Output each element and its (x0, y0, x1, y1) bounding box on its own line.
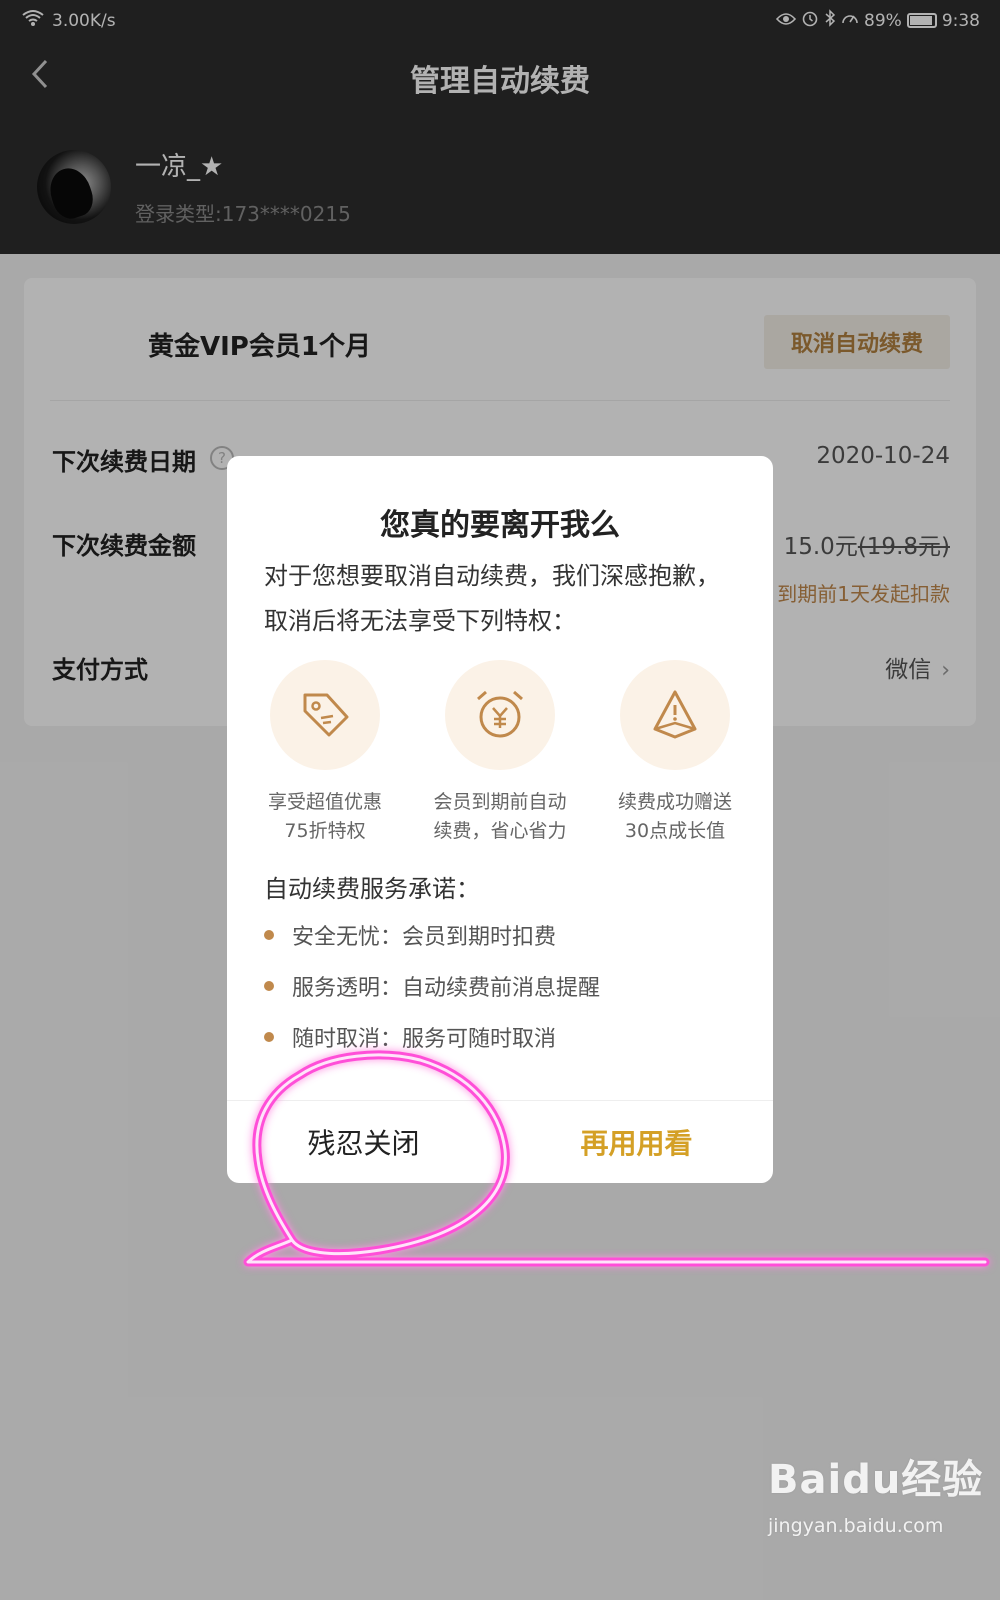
list-item: 服务透明：自动续费前消息提醒 (264, 970, 744, 1021)
watermark-logo: Baidu经验 (768, 1457, 984, 1503)
bullet-icon (264, 930, 274, 940)
watermark-url: jingyan.baidu.com (768, 1515, 944, 1537)
retention-dialog: 您真的要离开我么 对于您想要取消自动续费，我们深感抱歉，取消后将无法享受下列特权… (227, 456, 773, 1183)
keep-using-button[interactable]: 再用用看 (500, 1101, 773, 1183)
perk-text: 享受超值优惠 75折特权 (267, 791, 382, 842)
bullet-icon (264, 1032, 274, 1042)
promise-list: 安全无忧：会员到期时扣费 服务透明：自动续费前消息提醒 随时取消：服务可随时取消 (264, 919, 744, 1072)
dialog-description: 对于您想要取消自动续费，我们深感抱歉，取消后将无法享受下列特权： (264, 562, 720, 635)
growth-warning-icon (620, 660, 730, 770)
list-item: 随时取消：服务可随时取消 (264, 1021, 744, 1072)
discount-tag-icon (270, 660, 380, 770)
perk-text: 会员到期前自动 续费，省心省力 (433, 791, 567, 842)
yuan-alarm-clock-icon (445, 660, 555, 770)
bullet-icon (264, 981, 274, 991)
perk-text: 续费成功赠送 30点成长值 (617, 791, 732, 842)
dialog-footer: 残忍关闭 再用用看 (227, 1100, 773, 1183)
perk-growth: 续费成功赠送 30点成长值 (595, 660, 755, 846)
promise-title: 自动续费服务承诺： (264, 875, 480, 903)
perk-discount: 享受超值优惠 75折特权 (245, 660, 405, 846)
perk-auto-renew: 会员到期前自动 续费，省心省力 (420, 660, 580, 846)
baidu-watermark: Baidu经验 jingyan.baidu.com (768, 1447, 988, 1577)
close-confirm-button[interactable]: 残忍关闭 (227, 1101, 500, 1183)
list-item: 安全无忧：会员到期时扣费 (264, 919, 744, 970)
dialog-title: 您真的要离开我么 (380, 508, 620, 543)
